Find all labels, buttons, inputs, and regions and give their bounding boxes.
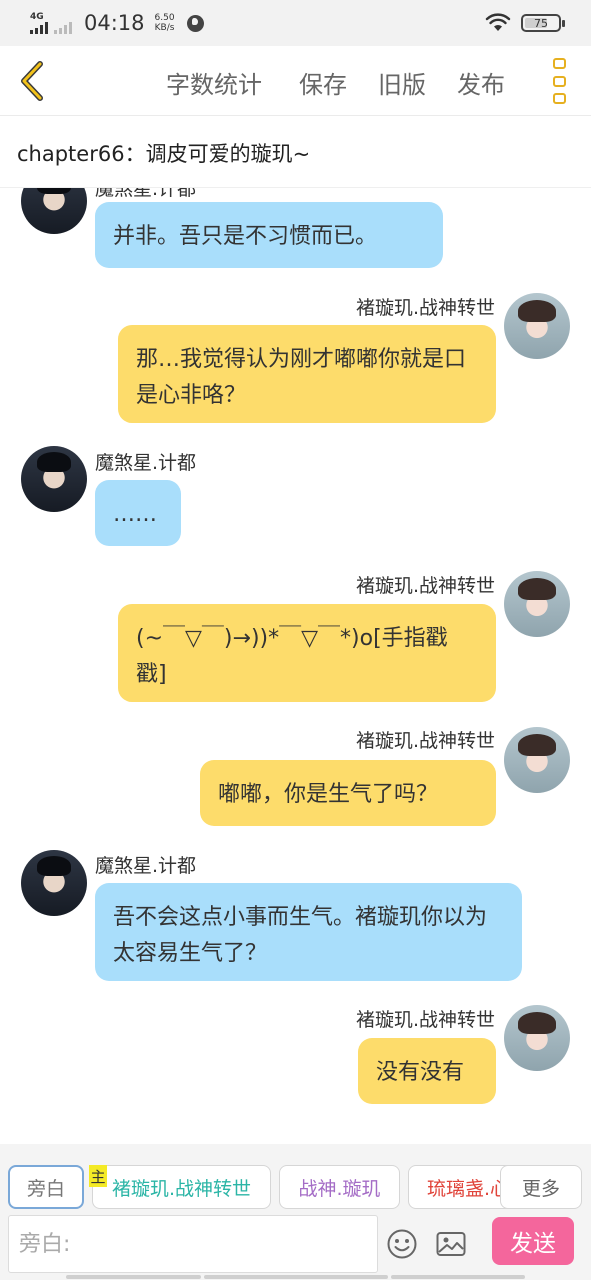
signal-icon-secondary xyxy=(54,21,72,34)
scroll-indicator xyxy=(204,1275,388,1279)
message-input[interactable] xyxy=(9,1216,377,1272)
status-right: 75 xyxy=(485,13,565,33)
speaker-name: 褚璇玑.战神转世 xyxy=(355,297,495,319)
status-time: 04:18 xyxy=(84,11,145,35)
message-bubble[interactable]: 嘟嘟，你是生气了吗？ xyxy=(200,760,496,826)
message-bubble[interactable]: 吾不会这点小事而生气。褚璇玑你以为太容易生气了？ xyxy=(95,883,522,981)
message-bubble[interactable]: …… xyxy=(95,480,181,546)
chat-message-list[interactable]: 魔煞星.计都 并非。吾只是不习惯而已。 褚璇玑.战神转世 那…我觉得认为刚才嘟嘟… xyxy=(0,188,591,1144)
network-type: 4G xyxy=(30,11,44,22)
avatar-xuanji[interactable] xyxy=(504,727,570,793)
role-chip-xuanji[interactable]: 褚璇玑.战神转世 xyxy=(92,1165,271,1209)
role-chip-narrator[interactable]: 旁白 xyxy=(8,1165,84,1209)
status-bar: 4G 04:18 6.50 KB/s 75 xyxy=(0,0,591,46)
scroll-indicator xyxy=(391,1275,525,1279)
speaker-name: 褚璇玑.战神转世 xyxy=(355,1009,495,1031)
battery-icon: 75 xyxy=(521,14,565,32)
avatar-xuanji[interactable] xyxy=(504,571,570,637)
image-icon[interactable] xyxy=(435,1228,467,1260)
avatar-mosha[interactable] xyxy=(21,850,87,916)
message-bubble[interactable]: (~￣▽￣)→))*￣▽￣*)o[手指戳戳] xyxy=(118,604,496,702)
chapter-title-bar[interactable]: chapter66：调皮可爱的璇玑~ xyxy=(0,116,591,188)
avatar-xuanji[interactable] xyxy=(504,293,570,359)
main-role-badge: 主 xyxy=(89,1165,107,1187)
speaker-name: 魔煞星.计都 xyxy=(95,855,197,877)
battery-level: 75 xyxy=(534,16,548,30)
old-version-button[interactable]: 旧版 xyxy=(378,65,426,100)
wifi-icon xyxy=(485,13,511,31)
composer-panel: 旁白 褚璇玑.战神转世 主 战神.璇玑 琉璃盏.心 更多 发送 xyxy=(0,1144,591,1280)
status-left: 4G 04:18 6.50 KB/s xyxy=(30,11,204,35)
avatar-mosha[interactable] xyxy=(21,446,87,512)
network-speed-unit: KB/s xyxy=(154,23,175,33)
send-button[interactable]: 发送 xyxy=(492,1217,574,1265)
publish-button[interactable]: 发布 xyxy=(457,65,505,100)
scroll-indicator xyxy=(66,1275,201,1279)
back-button[interactable] xyxy=(14,58,54,104)
network-speed-value: 6.50 xyxy=(154,13,175,23)
chevron-left-icon xyxy=(21,61,43,101)
message-bubble[interactable]: 没有没有 xyxy=(358,1038,496,1104)
more-menu-icon[interactable] xyxy=(550,58,568,104)
chapter-title: chapter66：调皮可爱的璇玑~ xyxy=(17,142,311,166)
emoji-icon[interactable] xyxy=(386,1228,418,1260)
avatar-mosha[interactable] xyxy=(21,188,87,234)
more-roles-button[interactable]: 更多 xyxy=(500,1165,582,1209)
message-bubble[interactable]: 那…我觉得认为刚才嘟嘟你就是口是心非咯？ xyxy=(118,325,496,423)
signal-icon: 4G xyxy=(30,11,48,34)
network-speed: 6.50 KB/s xyxy=(155,13,175,33)
globe-icon xyxy=(186,14,204,32)
chat-editor-screen: 4G 04:18 6.50 KB/s 75 字数统计 保存 旧版 发布 chap… xyxy=(0,0,591,1280)
top-toolbar: 字数统计 保存 旧版 发布 xyxy=(0,46,591,116)
message-input-box[interactable] xyxy=(8,1215,378,1273)
message-bubble[interactable]: 并非。吾只是不习惯而已。 xyxy=(95,202,443,268)
role-chip-zhanshen[interactable]: 战神.璇玑 xyxy=(279,1165,400,1209)
speaker-name: 褚璇玑.战神转世 xyxy=(355,575,495,597)
save-button[interactable]: 保存 xyxy=(299,65,347,100)
speaker-name: 魔煞星.计都 xyxy=(95,452,197,474)
speaker-name: 魔煞星.计都 xyxy=(95,188,197,200)
avatar-xuanji[interactable] xyxy=(504,1005,570,1071)
word-count-button[interactable]: 字数统计 xyxy=(166,65,262,100)
speaker-name: 褚璇玑.战神转世 xyxy=(355,730,495,752)
